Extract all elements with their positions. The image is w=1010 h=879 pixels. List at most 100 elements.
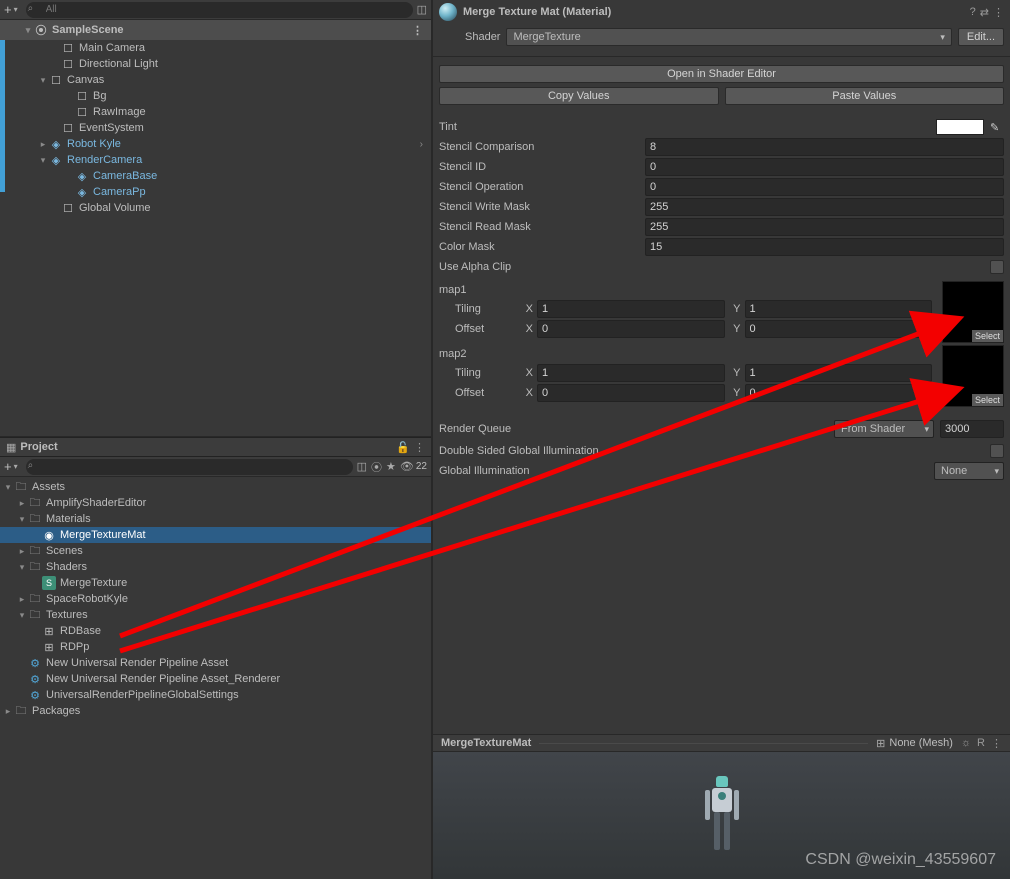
- mergetexturemat-asset[interactable]: ◉MergeTextureMat: [0, 527, 431, 543]
- eyedropper-icon[interactable]: ✎: [990, 121, 1004, 134]
- chevron-down-icon[interactable]: ▾: [2, 482, 14, 493]
- chevron-down-icon[interactable]: ▾: [16, 562, 28, 573]
- dsgi-checkbox[interactable]: [990, 444, 1004, 458]
- hierarchy-item-rendercamera[interactable]: ▾◈RenderCamera: [5, 152, 431, 168]
- menu-icon[interactable]: ⋮: [993, 6, 1004, 19]
- hierarchy-item-camerabase[interactable]: ◈CameraBase: [5, 168, 431, 184]
- scene-row[interactable]: ▾ ⦿ SampleScene ⋮: [0, 20, 431, 40]
- chevron-down-icon[interactable]: ▾: [16, 514, 28, 525]
- map2-tiling-x[interactable]: [537, 364, 725, 382]
- textures-folder[interactable]: ▾🗀Textures: [0, 607, 431, 623]
- copy-values-button[interactable]: Copy Values: [439, 87, 719, 105]
- chevron-down-icon[interactable]: ▾: [37, 155, 49, 166]
- hierarchy-item-robot-kyle[interactable]: ▸◈Robot Kyle›: [5, 136, 431, 152]
- save-search-icon[interactable]: ★: [386, 460, 396, 473]
- urp-renderer[interactable]: ⚙New Universal Render Pipeline Asset_Ren…: [0, 671, 431, 687]
- filter-label-icon[interactable]: ⦿: [371, 459, 382, 475]
- preview-mesh-button[interactable]: None (Mesh): [889, 737, 953, 749]
- light-icon[interactable]: ☼: [961, 737, 971, 750]
- assets-folder[interactable]: ▾🗀Assets: [0, 479, 431, 495]
- presets-icon[interactable]: ⇄: [980, 6, 989, 19]
- menu-icon[interactable]: ⋮: [414, 441, 425, 454]
- shader-dropdown[interactable]: MergeTexture: [506, 28, 951, 46]
- packages-folder[interactable]: ▸🗀Packages: [0, 703, 431, 719]
- scene-dropdown-icon[interactable]: ◫: [417, 3, 427, 16]
- create-menu-button[interactable]: +: [4, 2, 12, 17]
- hierarchy-search-input[interactable]: [26, 2, 413, 18]
- materials-folder[interactable]: ▾🗀Materials: [0, 511, 431, 527]
- map2-offset-x[interactable]: [537, 384, 725, 402]
- map1-offset-x[interactable]: [537, 320, 725, 338]
- help-icon[interactable]: ?: [970, 6, 976, 19]
- material-name: Merge Texture Mat (Material): [463, 6, 964, 18]
- stencil-id-input[interactable]: [645, 158, 1004, 176]
- create-menu-dropdown-icon[interactable]: ▾: [14, 5, 18, 14]
- map2-select-button[interactable]: Select: [972, 394, 1003, 406]
- stencil-operation-input[interactable]: [645, 178, 1004, 196]
- map1-tiling-x[interactable]: [537, 300, 725, 318]
- render-queue-value-input[interactable]: [940, 420, 1004, 438]
- rdpp-texture[interactable]: ⊞RDPp: [0, 639, 431, 655]
- map2-tiling-y[interactable]: [745, 364, 933, 382]
- use-alpha-clip-checkbox[interactable]: [990, 260, 1004, 274]
- spacerobot-folder[interactable]: ▸🗀SpaceRobotKyle: [0, 591, 431, 607]
- reflection-icon[interactable]: R: [977, 737, 985, 750]
- map2-texture-slot[interactable]: Select: [942, 345, 1004, 407]
- open-prefab-icon[interactable]: ›: [420, 139, 423, 150]
- cube-icon: ☐: [61, 41, 75, 55]
- hierarchy-item-bg[interactable]: ☐Bg: [5, 88, 431, 104]
- rdbase-texture[interactable]: ⊞RDBase: [0, 623, 431, 639]
- scene-name: SampleScene: [50, 24, 124, 36]
- gi-dropdown[interactable]: None: [934, 462, 1004, 480]
- hierarchy-item-eventsystem[interactable]: ☐EventSystem: [5, 120, 431, 136]
- map1-tiling-y[interactable]: [745, 300, 933, 318]
- scene-menu-icon[interactable]: ⋮: [412, 24, 423, 37]
- color-mask-input[interactable]: [645, 238, 1004, 256]
- tint-color-swatch[interactable]: [936, 119, 984, 135]
- hierarchy-item-directional-light[interactable]: ☐Directional Light: [5, 56, 431, 72]
- folder-icon: 🗀: [28, 592, 42, 606]
- project-search-input[interactable]: [26, 459, 353, 475]
- scenes-folder[interactable]: ▸🗀Scenes: [0, 543, 431, 559]
- chevron-right-icon[interactable]: ▸: [37, 139, 49, 150]
- hierarchy-item-global-volume[interactable]: ☐Global Volume: [5, 200, 431, 216]
- edit-shader-button[interactable]: Edit...: [958, 28, 1004, 46]
- open-in-shader-editor-button[interactable]: Open in Shader Editor: [439, 65, 1004, 83]
- menu-icon[interactable]: ⋮: [991, 737, 1002, 750]
- chevron-right-icon[interactable]: ▸: [2, 706, 14, 717]
- stencil-write-mask-input[interactable]: [645, 198, 1004, 216]
- urp-asset[interactable]: ⚙New Universal Render Pipeline Asset: [0, 655, 431, 671]
- map2-offset-y[interactable]: [745, 384, 933, 402]
- urp-global[interactable]: ⚙UniversalRenderPipelineGlobalSettings: [0, 687, 431, 703]
- chevron-down-icon[interactable]: ▾: [16, 610, 28, 621]
- chevron-right-icon[interactable]: ▸: [16, 498, 28, 509]
- hierarchy-item-main-camera[interactable]: ☐Main Camera: [5, 40, 431, 56]
- amplify-folder[interactable]: ▸🗀AmplifyShaderEditor: [0, 495, 431, 511]
- mergetexture-shader[interactable]: SMergeTexture: [0, 575, 431, 591]
- shaders-folder[interactable]: ▾🗀Shaders: [0, 559, 431, 575]
- map1-offset-y[interactable]: [745, 320, 933, 338]
- chevron-right-icon[interactable]: ▸: [16, 594, 28, 605]
- stencil-comparison-input[interactable]: [645, 138, 1004, 156]
- hidden-icon[interactable]: 👁: [400, 460, 414, 473]
- hierarchy-item-canvas[interactable]: ▾☐Canvas: [5, 72, 431, 88]
- map1-select-button[interactable]: Select: [972, 330, 1003, 342]
- chevron-right-icon[interactable]: ▸: [16, 546, 28, 557]
- hierarchy-item-rawimage[interactable]: ☐RawImage: [5, 104, 431, 120]
- grid-icon[interactable]: ⊞: [876, 737, 885, 750]
- lock-icon[interactable]: 🔓: [396, 441, 410, 454]
- filter-type-icon[interactable]: ◫: [357, 460, 367, 473]
- folder-icon: 🗀: [28, 608, 42, 622]
- project-create-button[interactable]: +: [4, 459, 12, 474]
- project-toolbar: + ▾ ⌕ ◫ ⦿ ★ 👁 22: [0, 457, 431, 477]
- create-dropdown-icon[interactable]: ▾: [14, 462, 18, 471]
- render-queue-mode-dropdown[interactable]: From Shader: [834, 420, 934, 438]
- stencil-read-mask-input[interactable]: [645, 218, 1004, 236]
- search-icon: ⌕: [28, 3, 34, 14]
- chevron-down-icon[interactable]: ▾: [37, 75, 49, 86]
- paste-values-button[interactable]: Paste Values: [725, 87, 1005, 105]
- chevron-down-icon[interactable]: ▾: [22, 25, 34, 36]
- map1-texture-slot[interactable]: Select: [942, 281, 1004, 343]
- project-header: ▦ Project 🔓 ⋮: [0, 437, 431, 457]
- hierarchy-item-camerapp[interactable]: ◈CameraPp: [5, 184, 431, 200]
